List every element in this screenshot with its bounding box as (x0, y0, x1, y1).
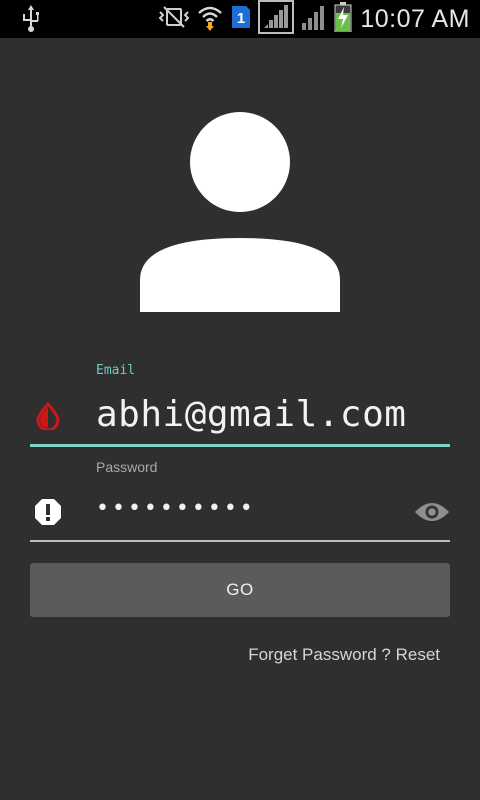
eye-icon[interactable] (414, 500, 450, 524)
email-label: Email (96, 363, 136, 378)
alert-icon (34, 498, 62, 526)
avatar-icon (138, 112, 342, 314)
signal-icon (300, 3, 328, 35)
water-drop-icon (34, 401, 62, 432)
password-field[interactable]: •••••••••• (96, 496, 256, 521)
battery-icon (334, 2, 352, 36)
go-button[interactable]: GO (30, 563, 450, 617)
vibrate-icon (158, 6, 190, 32)
no-signal-icon (258, 0, 295, 38)
status-bar: 1 10:07 AM (0, 0, 480, 38)
sim-icon: 1 (230, 4, 252, 34)
email-underline (30, 444, 450, 447)
login-screen: 1 10:07 AM Email abhi@gmail.com Password… (0, 0, 480, 800)
sim-badge: 1 (237, 10, 245, 27)
password-underline (30, 540, 450, 542)
wifi-icon (196, 3, 224, 35)
status-time: 10:07 AM (360, 4, 470, 33)
forgot-password-link[interactable]: Forget Password ? Reset (248, 645, 440, 665)
email-field[interactable]: abhi@gmail.com (96, 394, 406, 435)
password-label: Password (96, 459, 158, 475)
usb-icon (20, 5, 42, 37)
